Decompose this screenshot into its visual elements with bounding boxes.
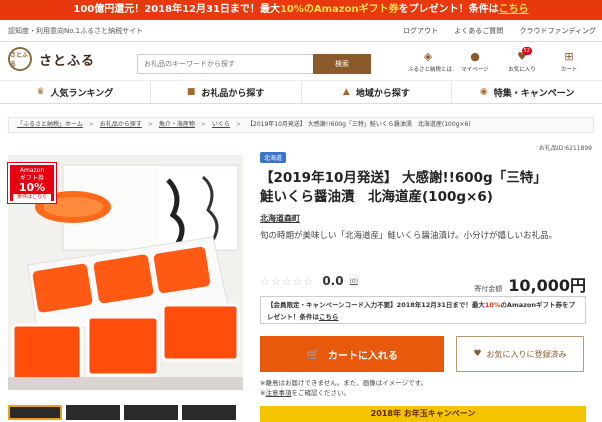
- map-icon: ▲: [342, 87, 350, 97]
- promo-text-4: をプレゼント！条件は: [398, 4, 499, 15]
- heart-icon: ♥: [473, 349, 482, 359]
- breadcrumb-sep: >: [147, 121, 153, 128]
- campaign-pct: 10%: [484, 301, 501, 309]
- promo-pct: 10%: [279, 4, 304, 15]
- nav-region-label: 地域から探す: [355, 88, 410, 99]
- logo-name: さとふる: [39, 53, 96, 69]
- note-line-2-rest: をご確認ください。: [291, 389, 350, 397]
- site-header: さとふる さとふる 検索 ◈ ふるさと納税とは ● マイページ ♥ 52 お気に…: [0, 42, 602, 80]
- promo-link[interactable]: こちら: [499, 4, 529, 15]
- add-to-cart-label: カートに入れる: [327, 350, 398, 362]
- thumbnail[interactable]: [124, 405, 178, 420]
- mypage-label: マイページ: [461, 67, 489, 73]
- nav-features[interactable]: ◉ 特集・キャンペーン: [452, 81, 602, 103]
- review-count-link[interactable]: (0): [350, 278, 359, 285]
- item-id: お礼品ID:6211899: [538, 145, 592, 152]
- notes: ※離島はお届けできません。また、画像はイメージです。 ※注意事項をご確認ください…: [260, 378, 427, 398]
- cart-icon: ⊞: [564, 50, 574, 63]
- medal-icon: ◉: [479, 87, 488, 97]
- amazon-gift-badge[interactable]: Amazon ギフト券 10% 条件はこちら: [8, 163, 56, 203]
- favorites-count-badge: 52: [521, 47, 532, 55]
- shield-icon: ◈: [423, 50, 433, 63]
- campaign-notice: 【会員限定・キャンペーンコード入力不要】2018年12月31日まで！最大10%の…: [260, 296, 586, 324]
- utility-links: ログアウト よくあるご質問 クラウドファンディング: [389, 26, 596, 36]
- breadcrumb-current: 【2019年10月発送】 大感謝!!600g「三特」鮭いくら醤油漬 北海道産(1…: [247, 121, 471, 128]
- favorite-label: お気に入りに登録済み: [486, 349, 567, 359]
- nav-region[interactable]: ▲ 地域から探す: [302, 81, 453, 103]
- breadcrumb-home[interactable]: 「ふるさと納税」ホーム: [17, 121, 83, 128]
- breadcrumb-sep: >: [88, 121, 94, 128]
- thumbnail-strip: [8, 405, 240, 420]
- amazon-badge-line1: Amazon: [19, 167, 45, 174]
- campaign-prefix: 【会員限定・キャンペーンコード入力不要】2018年12月31日まで！最大: [267, 301, 485, 309]
- price-value: 10,000円: [508, 276, 586, 295]
- breadcrumb: 「ふるさと納税」ホーム > お礼品から探す > 魚介・海産物 > いくら > 【2019年10月…: [8, 117, 594, 133]
- promo-text-3: のAmazonギフト券: [303, 4, 399, 15]
- thumbnail[interactable]: [182, 405, 236, 420]
- breadcrumb-sep: >: [235, 121, 241, 128]
- note-line-2: ※注意事項をご確認ください。: [260, 389, 350, 397]
- gift-icon: ■: [186, 87, 196, 97]
- breadcrumb-ikura[interactable]: いくら: [212, 121, 230, 128]
- crowdfunding-link[interactable]: クラウドファンディング: [519, 27, 596, 35]
- search-box: 検索: [137, 54, 371, 74]
- promo-bar[interactable]: 100億円還元！2018年12月31日まで！最大10%のAmazonギフト券をプ…: [0, 0, 602, 20]
- nav-gifts-label: お礼品から探す: [201, 88, 265, 99]
- product-title: 【2019年10月発送】 大感謝!!600g「三特」鮭いくら醤油漬 北海道産(1…: [260, 170, 547, 205]
- rating-score: 0.0: [322, 274, 344, 288]
- price-label: 寄付金額: [474, 285, 503, 293]
- favorites-link[interactable]: ♥ 52 お気に入り: [502, 47, 542, 73]
- about-furusato-label: ふるさと納税とは: [408, 67, 453, 73]
- crown-icon: ♛: [36, 87, 45, 97]
- nav-ranking-label: 人気ランキング: [50, 88, 114, 99]
- region-badge: 北海道: [260, 152, 287, 163]
- logo-mark: さとふる: [8, 47, 32, 71]
- site-logo[interactable]: さとふる さとふる: [8, 47, 95, 71]
- breadcrumb-gifts[interactable]: お礼品から探す: [100, 121, 142, 128]
- note-line-1: ※離島はお届けできません。また、画像はイメージです。: [260, 379, 427, 387]
- promo-text-2: 2018年12月31日まで！最大: [144, 4, 280, 15]
- logout-link[interactable]: ログアウト: [403, 27, 438, 35]
- favorite-button[interactable]: ♥ お気に入りに登録済み: [456, 336, 584, 372]
- user-icon: ●: [470, 50, 480, 63]
- search-input[interactable]: [138, 55, 308, 73]
- nav-gifts[interactable]: ■ お礼品から探す: [151, 81, 302, 103]
- star-rating-icon: ☆☆☆☆☆: [260, 274, 315, 288]
- amazon-badge-pct: 10%: [18, 181, 46, 194]
- breadcrumb-seafood[interactable]: 魚介・海産物: [159, 121, 195, 128]
- campaign-link[interactable]: こちら: [319, 313, 339, 321]
- cart-link[interactable]: ⊞ カート: [549, 50, 589, 73]
- site-tagline: 認知度・利用意向No.1ふるさと納税サイト: [8, 27, 144, 35]
- search-button[interactable]: 検索: [313, 54, 371, 74]
- nav-features-label: 特集・キャンペーン: [493, 88, 575, 99]
- product-description: 旬の時期が美味しい「北海道産」鮭いくら醤油漬け。小分けが嬉しいお礼品。: [260, 231, 558, 241]
- cart-icon: 🛒: [306, 347, 320, 361]
- rating: ☆☆☆☆☆ 0.0 (0): [260, 274, 358, 288]
- add-to-cart-button[interactable]: 🛒 カートに入れる: [260, 336, 444, 372]
- price-block: 寄付金額 10,000円: [474, 272, 586, 296]
- header-icons: ◈ ふるさと納税とは ● マイページ ♥ 52 お気に入り ⊞ カート: [408, 47, 596, 73]
- main-nav: ♛ 人気ランキング ■ お礼品から探す ▲ 地域から探す ◉ 特集・キャンペーン: [0, 80, 602, 104]
- thumbnail[interactable]: [66, 405, 120, 420]
- nav-ranking[interactable]: ♛ 人気ランキング: [0, 81, 151, 103]
- mypage-link[interactable]: ● マイページ: [455, 50, 495, 73]
- thumbnail[interactable]: [8, 405, 62, 420]
- cart-label: カート: [560, 67, 578, 73]
- favorites-label: お気に入り: [508, 67, 536, 73]
- faq-link[interactable]: よくあるご質問: [454, 27, 503, 35]
- utility-bar: 認知度・利用意向No.1ふるさと納税サイト ログアウト よくあるご質問 クラウド…: [0, 20, 602, 42]
- notes-link[interactable]: 注意事項: [265, 389, 291, 397]
- promo-text-1: 100億円還元！: [73, 4, 145, 15]
- amazon-badge-cond: 条件はこちら: [13, 194, 51, 201]
- about-furusato-link[interactable]: ◈ ふるさと納税とは: [408, 50, 453, 73]
- product-info: 北海道 【2019年10月発送】 大感謝!!600g「三特」鮭いくら醤油漬 北海…: [260, 152, 594, 422]
- breadcrumb-sep: >: [200, 121, 206, 128]
- municipality-link[interactable]: 北海道森町: [260, 213, 594, 224]
